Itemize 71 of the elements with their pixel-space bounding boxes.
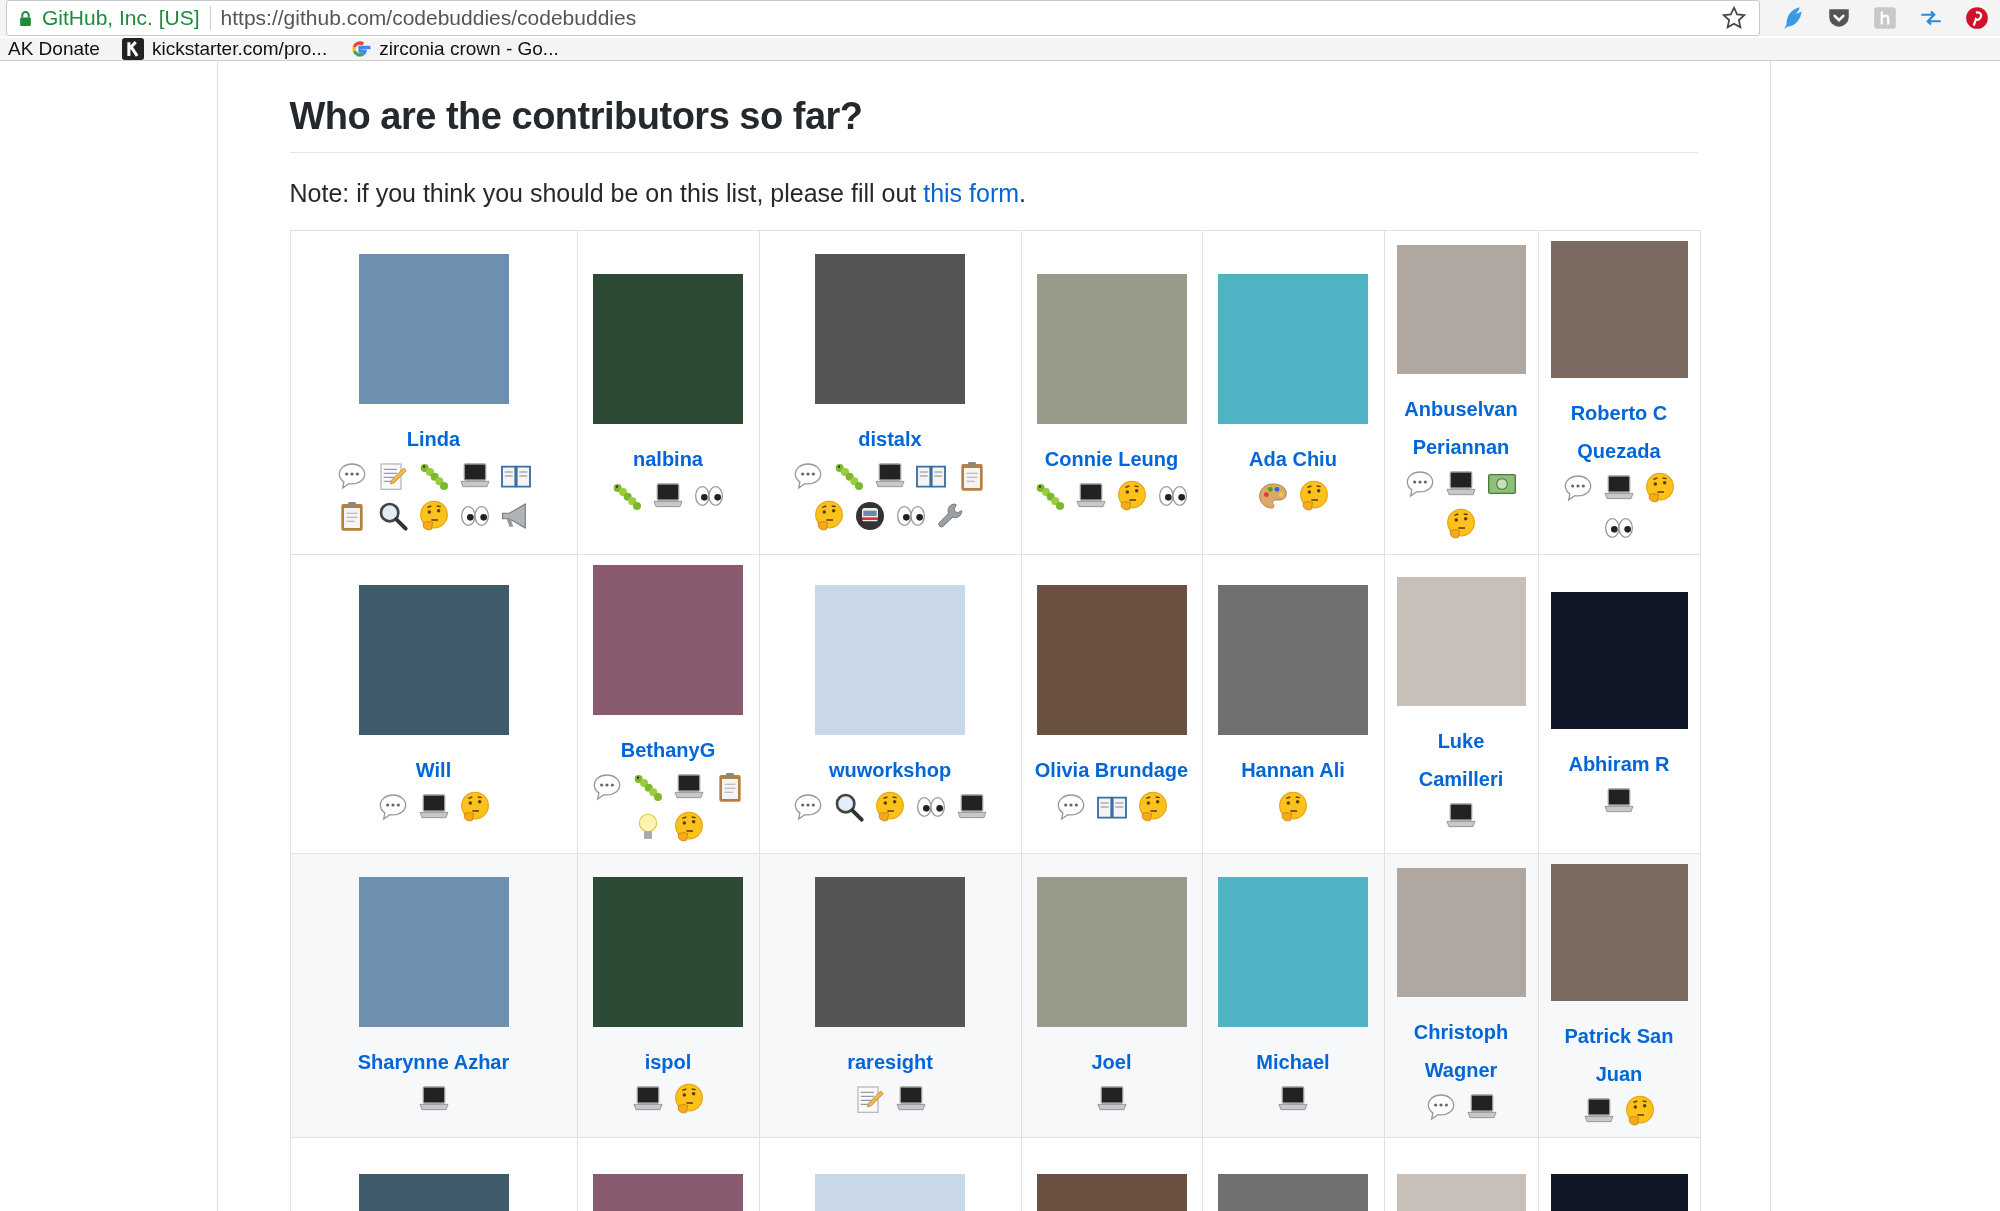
avatar-placeholder[interactable] — [1218, 585, 1368, 735]
avatar-placeholder[interactable] — [1396, 576, 1526, 706]
contributor-name-link[interactable]: BethanyG — [620, 731, 716, 769]
speech-bubble-icon — [1404, 468, 1436, 500]
thinking-face-icon — [1623, 1095, 1656, 1127]
contributor-name-link[interactable]: Olivia Brundage — [1034, 751, 1189, 789]
speech-bubble-icon — [792, 791, 824, 823]
contributor-name-link[interactable]: Will — [415, 751, 452, 789]
thinking-face-icon — [672, 1082, 705, 1115]
thinking-face-icon — [1277, 791, 1309, 823]
contributor-name-link[interactable]: distalx — [858, 419, 922, 458]
avatar-placeholder[interactable] — [1036, 585, 1187, 735]
contributor-name-link[interactable]: ispol — [644, 1042, 692, 1081]
contributor-name-link[interactable]: Ada Chiu — [1249, 439, 1337, 478]
bookmark-star-icon[interactable] — [1721, 5, 1747, 31]
pin-icon[interactable] — [1964, 5, 1990, 31]
thinking-face-icon — [1116, 479, 1148, 512]
contributor-name-link[interactable]: Joel — [1091, 1042, 1132, 1081]
avatar-placeholder[interactable] — [1218, 273, 1368, 424]
magnifier-icon — [833, 791, 865, 823]
url-text: https://github.com/codebuddies/codebuddies — [220, 6, 638, 30]
speech-bubble-icon — [1562, 472, 1594, 504]
avatar-placeholder[interactable] — [1036, 876, 1187, 1027]
avatar-placeholder[interactable] — [815, 253, 965, 404]
bookmark-link[interactable]: kickstarter.com/pro... — [121, 38, 328, 60]
train-icon — [853, 499, 886, 532]
avatar-placeholder[interactable] — [1396, 868, 1526, 997]
avatar-placeholder[interactable] — [1396, 245, 1526, 374]
thinking-face-icon — [1445, 508, 1477, 540]
thinking-face-icon — [672, 811, 705, 843]
thinking-face-icon — [1297, 479, 1330, 512]
extension-icon[interactable] — [1872, 5, 1898, 31]
form-link[interactable]: this form — [923, 179, 1020, 207]
contributor-name-link[interactable]: Anbuselvan Periannan — [1396, 390, 1526, 466]
avatar-placeholder[interactable] — [1218, 876, 1368, 1027]
contributor-name-link[interactable]: Sharynne Azhar — [357, 1042, 510, 1081]
section-heading: Who are the contributors so far? — [289, 95, 1698, 153]
avatar-placeholder[interactable] — [1550, 591, 1688, 729]
avatar-placeholder[interactable] — [593, 876, 743, 1027]
note-text: Note: if you think you should be on this list, please fill out this form. — [289, 179, 1027, 208]
avatar-placeholder[interactable] — [1550, 864, 1688, 1001]
contributor-name-link[interactable]: Michael — [1256, 1042, 1330, 1081]
avatar-placeholder[interactable] — [1036, 273, 1187, 424]
contributor-name-link[interactable]: Roberto C Quezada — [1550, 394, 1688, 470]
avatar-placeholder[interactable] — [815, 876, 965, 1027]
avatar-placeholder[interactable] — [358, 876, 509, 1027]
address-bar[interactable]: GitHub, Inc. [US] https://github.com/codebuddies/codebuddies — [6, 0, 1760, 36]
contributor-name-link[interactable]: nalbina — [633, 439, 703, 478]
contributor-name-link[interactable]: Connie Leung — [1044, 439, 1179, 478]
thinking-face-icon — [1136, 791, 1169, 823]
contributor-name-link[interactable]: Abhiram R — [1568, 744, 1670, 783]
bookmark-link[interactable]: AK Donate — [8, 38, 100, 60]
g-logo-icon — [349, 38, 372, 60]
thinking-face-icon — [417, 499, 450, 532]
thinking-face-icon — [1644, 472, 1676, 504]
thinking-face-icon — [812, 499, 845, 532]
lock-icon — [19, 10, 32, 26]
avatar-placeholder[interactable] — [358, 585, 509, 735]
thinking-face-icon — [458, 791, 491, 823]
bookmark-link[interactable]: zirconia crown - Go... — [349, 38, 559, 60]
avatar-placeholder[interactable] — [815, 585, 965, 735]
avatar-placeholder[interactable] — [593, 565, 743, 715]
site-identity: GitHub, Inc. [US] — [42, 6, 200, 30]
contributor-name-link[interactable]: wuworkshop — [828, 751, 952, 789]
avatar-placeholder[interactable] — [593, 273, 743, 424]
contributor-name-link[interactable]: Linda — [406, 419, 461, 458]
avatar-placeholder[interactable] — [358, 253, 509, 404]
avatar-placeholder[interactable] — [1550, 241, 1688, 378]
contributor-name-link[interactable]: raresight — [847, 1042, 933, 1081]
thinking-face-icon — [874, 791, 906, 823]
contributor-name-link[interactable]: Hannan Ali — [1241, 751, 1345, 789]
